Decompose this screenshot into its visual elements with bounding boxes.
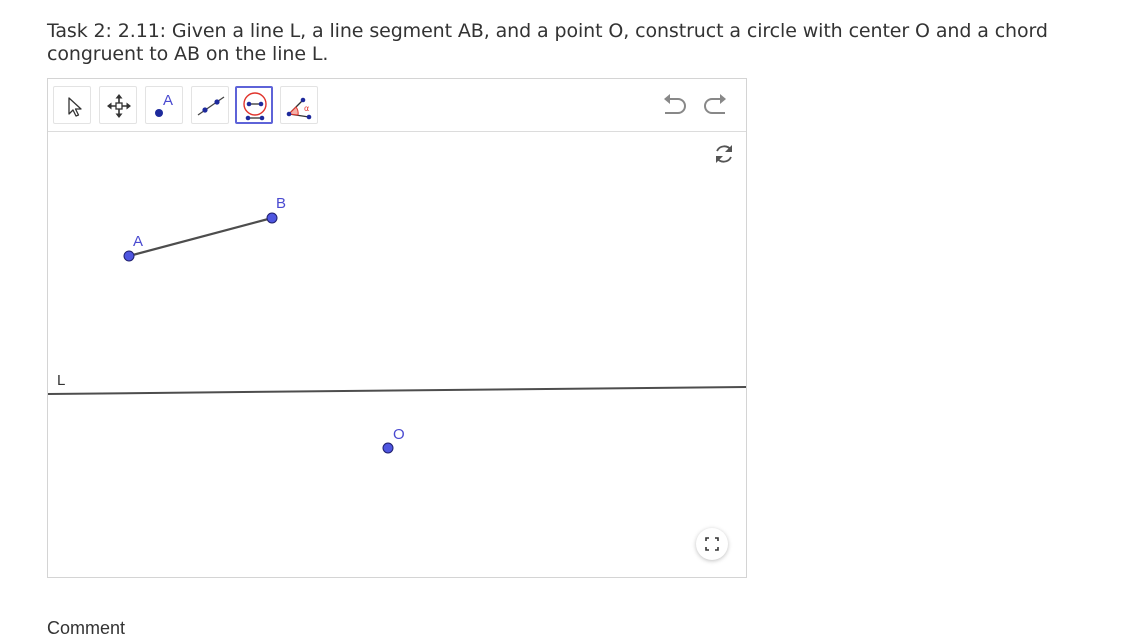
point-tool-button[interactable]: A	[145, 86, 183, 124]
compass-tool-button[interactable]	[235, 86, 273, 124]
point-O[interactable]	[382, 442, 394, 454]
refresh-icon[interactable]	[711, 141, 737, 167]
construction-canvas[interactable]: L A B O	[48, 132, 746, 577]
graphics-view[interactable]: L A B O	[48, 132, 746, 577]
geogebra-applet: A α L A B O	[47, 78, 747, 578]
angle-icon: α	[286, 97, 312, 120]
toolbar: A α	[48, 79, 746, 132]
line-through-points-icon	[197, 96, 225, 116]
compass-circle-icon	[243, 92, 267, 121]
move-graphics-view-button[interactable]	[99, 86, 137, 124]
svg-text:α: α	[304, 104, 309, 113]
undo-icon[interactable]	[660, 91, 692, 121]
cursor-arrow-icon	[68, 97, 82, 117]
point-tool-label: A	[163, 92, 173, 109]
comment-label: Comment	[47, 618, 126, 638]
angle-tool-button[interactable]: α	[280, 86, 318, 124]
point-B-label: B	[276, 195, 286, 212]
move-tool-button[interactable]	[53, 86, 91, 124]
line-L-label: L	[57, 372, 65, 389]
line-L[interactable]	[48, 386, 746, 395]
point-icon: A	[155, 92, 173, 117]
fullscreen-icon	[705, 537, 719, 551]
task-instruction: Task 2: 2.11: Given a line L, a line seg…	[47, 20, 1048, 65]
point-A-label: A	[133, 233, 143, 250]
move-cross-icon	[107, 94, 131, 118]
point-B[interactable]	[266, 212, 278, 224]
point-O-label: O	[393, 426, 405, 443]
line-tool-button[interactable]	[191, 86, 229, 124]
fullscreen-button[interactable]	[696, 528, 728, 560]
point-A[interactable]	[123, 250, 135, 262]
redo-icon[interactable]	[698, 91, 730, 121]
segment-AB[interactable]	[128, 216, 273, 258]
